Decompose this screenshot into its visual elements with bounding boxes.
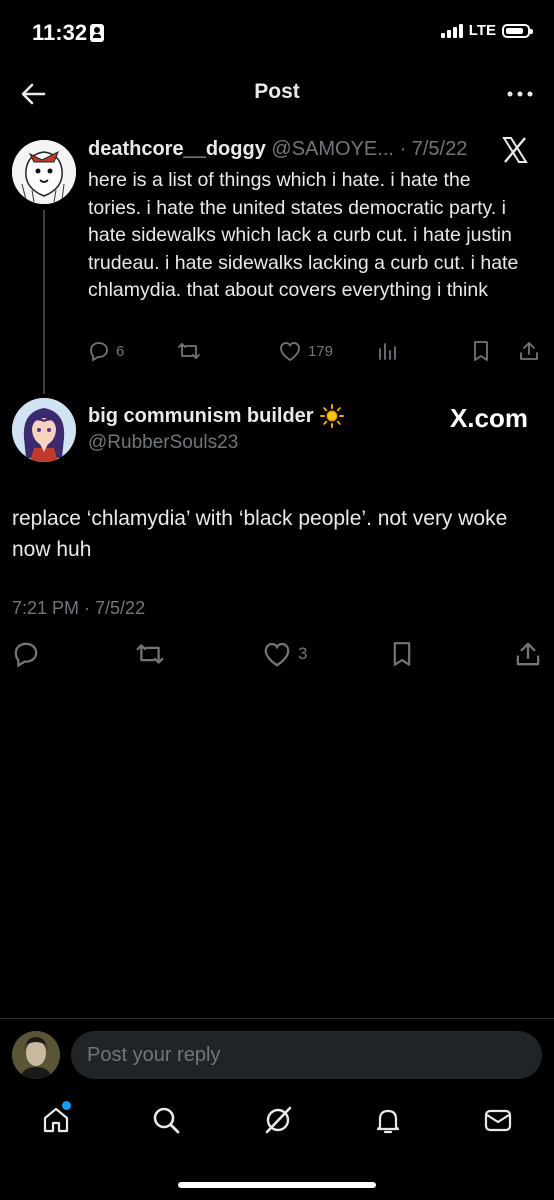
signal-icon: [440, 23, 463, 38]
tab-bar: [0, 1096, 554, 1146]
like-count: 179: [308, 342, 334, 360]
repost-icon: [178, 343, 200, 359]
reply-button[interactable]: [12, 640, 40, 668]
battery-icon: [502, 23, 533, 38]
post-header: deathcore__doggy @SAMOYE... · 7/5/22: [88, 138, 467, 161]
home-indicator: [178, 1182, 376, 1188]
like-button[interactable]: 179: [278, 340, 333, 362]
repost-button[interactable]: [134, 640, 166, 668]
display-name[interactable]: big communism builder: [88, 405, 314, 428]
post-author: big communism builder: [88, 404, 344, 428]
post-actions: 3: [12, 640, 542, 672]
like-count: 3: [298, 644, 308, 663]
views-button[interactable]: [376, 340, 398, 362]
reply-input[interactable]: Post your reply: [71, 1031, 542, 1079]
share-button[interactable]: [514, 640, 542, 668]
search-icon[interactable]: [150, 1104, 182, 1136]
repost-icon: [136, 644, 164, 664]
reply-placeholder: Post your reply: [87, 1043, 221, 1066]
share-icon: [520, 342, 538, 360]
network-type: LTE: [468, 22, 496, 39]
grok-icon[interactable]: [262, 1104, 294, 1136]
sun-icon: [319, 404, 344, 428]
reply-button[interactable]: 6: [88, 340, 124, 362]
bookmark-icon: [393, 642, 411, 666]
avatar[interactable]: [12, 398, 76, 462]
display-name[interactable]: deathcore__doggy: [88, 138, 266, 160]
x-logo-icon: [502, 136, 528, 164]
page-title: Post: [254, 80, 300, 103]
like-icon: [280, 342, 300, 362]
notification-dot: [62, 1101, 71, 1110]
post-text: here is a list of things which i hate. i…: [88, 169, 519, 301]
post-timestamp: 7:21 PM · 7/5/22: [12, 598, 146, 618]
reply-count: 6: [116, 342, 125, 360]
like-button[interactable]: 3: [262, 640, 307, 668]
reply-icon: [90, 342, 108, 362]
avatar[interactable]: [12, 1031, 60, 1079]
more-icon[interactable]: [504, 80, 536, 108]
contact-icon: [90, 24, 104, 42]
share-icon: [516, 642, 540, 666]
status-indicators: LTE: [440, 22, 533, 39]
divider: [0, 1018, 554, 1019]
watermark: X.com: [449, 403, 528, 433]
avatar[interactable]: [12, 140, 76, 204]
bookmark-button[interactable]: [471, 340, 491, 362]
messages-icon[interactable]: [482, 1104, 514, 1136]
status-time: 11:32: [32, 20, 88, 45]
bookmark-button[interactable]: [390, 640, 414, 668]
repost-button[interactable]: [176, 340, 202, 362]
handle[interactable]: @RubberSouls23: [88, 432, 238, 454]
notifications-icon[interactable]: [372, 1104, 404, 1136]
views-icon: [379, 343, 396, 360]
reply-icon: [14, 642, 38, 668]
thread-line: [43, 210, 45, 394]
share-button[interactable]: [518, 340, 540, 362]
post-text: replace ‘chlamydia’ with ‘black people’.…: [12, 507, 508, 561]
bookmark-icon: [474, 341, 488, 361]
handle-and-date: @SAMOYE... · 7/5/22: [271, 138, 468, 160]
like-icon: [264, 642, 290, 667]
post-actions: 6 179: [88, 340, 540, 366]
